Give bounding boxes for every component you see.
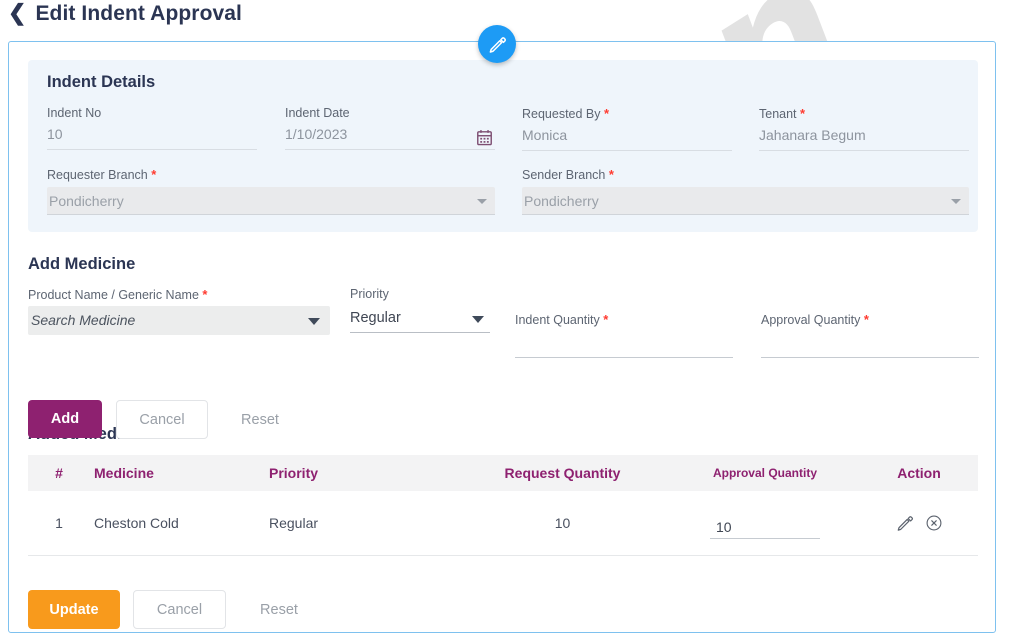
value-indent-no: 10	[47, 125, 257, 150]
value-indent-date: 1/10/2023	[285, 125, 495, 150]
add-medicine-title: Add Medicine	[28, 255, 136, 273]
edit-fab-button[interactable]	[478, 25, 516, 63]
field-indent-no: Indent No 10	[47, 106, 257, 150]
required-star: *	[863, 312, 869, 327]
cell-priority: Regular	[265, 491, 455, 556]
sender-branch-value: Pondicherry	[524, 193, 599, 209]
table-header-row: # Medicine Priority Request Quantity App…	[28, 455, 978, 491]
column-header-medicine: Medicine	[94, 465, 154, 481]
requester-branch-select[interactable]: Pondicherry	[47, 187, 495, 215]
table-header: # Medicine Priority Request Quantity App…	[28, 455, 978, 491]
approval-quantity-input[interactable]	[761, 331, 979, 358]
requester-branch-value: Pondicherry	[49, 193, 124, 209]
field-priority[interactable]: Priority Regular	[350, 287, 490, 333]
label-tenant: Tenant *	[759, 106, 806, 121]
chevron-down-icon	[472, 316, 484, 323]
field-indent-date[interactable]: Indent Date 1/10/2023	[285, 106, 495, 150]
value-tenant: Jahanara Begum	[759, 126, 969, 151]
field-indent-quantity[interactable]: Indent Quantity *	[515, 312, 733, 358]
field-requester-branch[interactable]: Requester Branch * Pondicherry	[47, 167, 495, 215]
update-button[interactable]: Update	[28, 590, 120, 629]
cell-medicine: Cheston Cold	[90, 491, 265, 556]
label-priority: Priority	[350, 287, 389, 301]
table-body: 1 Cheston Cold Regular 10 10	[28, 491, 978, 556]
add-button[interactable]: Add	[28, 400, 102, 438]
chevron-down-icon	[308, 318, 320, 325]
priority-value: Regular	[350, 310, 401, 326]
label-approval-quantity: Approval Quantity *	[761, 312, 869, 327]
pencil-icon[interactable]	[896, 514, 914, 532]
required-star: *	[800, 106, 806, 121]
label-requested-by: Requested By *	[522, 106, 610, 121]
column-header-action: Action	[897, 465, 941, 481]
required-star: *	[151, 167, 157, 182]
cell-actions	[860, 491, 978, 556]
field-product-name[interactable]: Product Name / Generic Name * Search Med…	[28, 287, 330, 335]
sender-branch-select[interactable]: Pondicherry	[522, 187, 969, 215]
priority-select[interactable]: Regular	[350, 305, 490, 333]
chevron-down-icon	[951, 199, 961, 204]
search-medicine-select[interactable]: Search Medicine	[28, 306, 330, 335]
page-header: ❮ Edit Indent Approval	[8, 2, 242, 26]
label-indent-date: Indent Date	[285, 106, 350, 120]
page-title: Edit Indent Approval	[35, 2, 242, 25]
field-sender-branch[interactable]: Sender Branch * Pondicherry	[522, 167, 969, 215]
required-star: *	[603, 312, 609, 327]
column-header-approval-quantity: Approval Quantity	[712, 466, 817, 480]
column-header-index: #	[55, 465, 63, 481]
column-header-request-quantity: Request Quantity	[504, 465, 621, 481]
label-product-name: Product Name / Generic Name *	[28, 287, 208, 302]
cancel-button[interactable]: Cancel	[133, 590, 226, 629]
main-card: Indent Details Indent No 10 Indent Date …	[8, 41, 996, 633]
chevron-left-icon[interactable]: ❮	[8, 2, 26, 24]
indent-quantity-input[interactable]	[515, 331, 733, 358]
label-indent-no: Indent No	[47, 106, 102, 120]
indent-details-panel: Indent Details Indent No 10 Indent Date …	[28, 60, 978, 232]
indent-details-title: Indent Details	[47, 73, 156, 91]
field-approval-quantity[interactable]: Approval Quantity *	[761, 312, 979, 358]
label-sender-branch: Sender Branch *	[522, 167, 614, 182]
required-star: *	[202, 287, 208, 302]
chevron-down-icon	[477, 199, 487, 204]
calendar-icon[interactable]	[476, 129, 493, 146]
required-star: *	[608, 167, 614, 182]
value-requested-by: Monica	[522, 126, 732, 151]
approval-quantity-row-input[interactable]: 10	[710, 507, 820, 539]
cell-approval-quantity[interactable]: 10	[670, 491, 860, 556]
column-header-priority: Priority	[269, 465, 319, 481]
field-requested-by: Requested By * Monica	[522, 106, 732, 151]
row-action-group	[860, 514, 978, 532]
search-medicine-placeholder: Search Medicine	[31, 312, 136, 328]
circle-x-icon[interactable]	[925, 514, 943, 532]
required-star: *	[604, 106, 610, 121]
cell-request-quantity: 10	[455, 491, 670, 556]
reset-medicine-button[interactable]: Reset	[223, 400, 297, 439]
added-medicine-table: # Medicine Priority Request Quantity App…	[28, 455, 978, 556]
label-indent-quantity: Indent Quantity *	[515, 312, 609, 327]
pencil-icon	[489, 36, 506, 53]
label-requester-branch: Requester Branch *	[47, 167, 157, 182]
table-row: 1 Cheston Cold Regular 10 10	[28, 491, 978, 556]
field-tenant: Tenant * Jahanara Begum	[759, 106, 969, 151]
reset-button[interactable]: Reset	[242, 590, 316, 629]
cancel-medicine-button[interactable]: Cancel	[116, 400, 208, 439]
cell-index: 1	[28, 491, 90, 556]
